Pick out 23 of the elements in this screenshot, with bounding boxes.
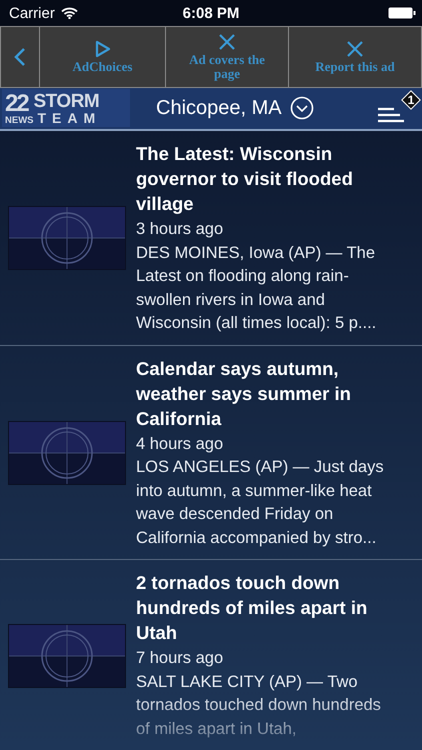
close-icon xyxy=(218,32,236,51)
news-item[interactable]: The Latest: Wisconsin governor to visit flooded village 3 hours ago DES MOINES, Iowa (AP) — The Latest on flooding along rain-swollen rivers in Iowa and Wisconsin (all times local): 5 p.... xyxy=(0,131,422,346)
timestamp: 7 hours ago xyxy=(136,648,224,669)
notification-badge: 1 xyxy=(402,91,420,110)
close-icon xyxy=(346,40,364,58)
timestamp: 3 hours ago xyxy=(136,219,224,240)
battery-icon xyxy=(388,7,416,20)
headline: Calendar says autumn, weather says summer in California xyxy=(136,356,352,430)
chevron-left-icon xyxy=(14,46,26,67)
headline: 2 tornados touch down hundreds of miles apart in Utah xyxy=(136,571,368,645)
clock-time: 6:08 PM xyxy=(182,4,240,22)
summary: SALT LAKE CITY (AP) — Two tornados touched down hundreds of miles apart in Utah, xyxy=(136,672,382,740)
chevron-down-icon xyxy=(290,96,314,120)
timestamp: 4 hours ago xyxy=(136,434,224,454)
play-triangle-icon xyxy=(94,40,110,58)
location-selector[interactable]: Chicopee, MA xyxy=(156,96,314,120)
news-item[interactable]: Calendar says autumn, weather says summer in California 4 hours ago LOS ANGELES (AP) — Just days into autumn, a summer-like heat wave descended Friday on California accompanied by stro... xyxy=(0,346,422,560)
wifi-icon xyxy=(60,7,78,20)
carrier-name: Carrier xyxy=(9,4,55,22)
summary: DES MOINES, Iowa (AP) — The Latest on flooding along rain-swollen rivers in Iowa and Wisconsin (all times local): 5 p.... xyxy=(136,242,378,334)
news-item[interactable]: 2 tornados touch down hundreds of miles apart in Utah 7 hours ago SALT LAKE CITY (AP) — Two tornados touched down hundreds of miles apart in Utah, xyxy=(0,560,422,750)
summary: LOS ANGELES (AP) — Just days into autumn, a summer-like heat wave descended Friday on California accompanied by stro... xyxy=(136,457,385,548)
headline: The Latest: Wisconsin governor to visit flooded village xyxy=(136,142,354,216)
